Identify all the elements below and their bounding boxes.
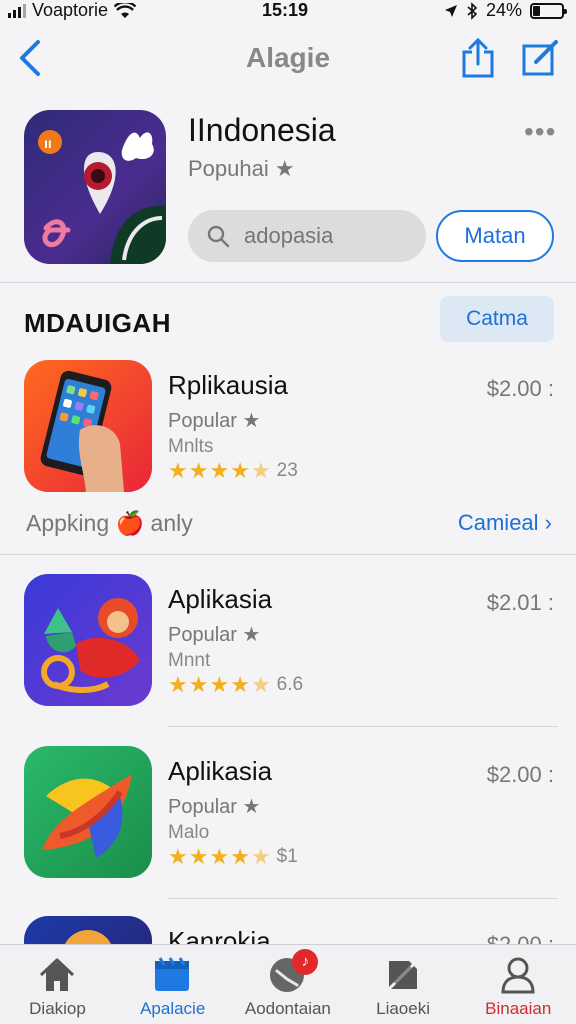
chevron-left-icon xyxy=(20,40,40,76)
star-icon: ★ xyxy=(230,458,250,483)
star-rating: ★ ★ ★ ★ ★ 23 xyxy=(168,460,298,482)
star-icon: ★ xyxy=(209,672,230,697)
app-name: Rplikausia xyxy=(168,370,288,400)
get-button[interactable]: Matan xyxy=(436,210,554,262)
sub-section-header: Appking 🍎 anly Camieal › xyxy=(0,506,576,546)
app-icon xyxy=(24,746,152,878)
app-hero: ıı IIndonesia Popuhai ★ ••• Matan xyxy=(0,100,576,280)
star-icon: ★ xyxy=(168,844,188,869)
battery-icon xyxy=(530,2,567,19)
app-icon[interactable]: ıı xyxy=(24,110,166,264)
section-button[interactable]: Catma xyxy=(440,296,554,342)
app-subtitle: Popuhai ★ xyxy=(188,156,295,181)
app-name: Aplikasia xyxy=(168,756,273,786)
app-subtitle: Popular ★ xyxy=(168,410,261,432)
star-icon: ★ xyxy=(230,844,250,869)
updates-icon xyxy=(385,957,420,993)
stars-icon: ★ ★ ★ ★ ★ xyxy=(168,674,271,696)
tab-bar: Diakiop Apalacie ♪ Aodontaian Liaoeki Bi… xyxy=(0,944,576,1024)
wifi-icon xyxy=(114,2,137,18)
see-all-link[interactable]: Camieal › xyxy=(458,510,552,536)
app-artwork-icon: ıı xyxy=(38,130,166,264)
share-icon xyxy=(462,37,494,78)
price-button[interactable]: $2.00 : xyxy=(487,376,554,402)
list-item[interactable]: Aplikasia Popular ★ Malo ★ ★ ★ ★ ★ $1 $2.00 … xyxy=(0,746,576,886)
search-box[interactable] xyxy=(188,210,426,262)
compose-button[interactable] xyxy=(520,38,560,78)
bluetooth-icon xyxy=(467,1,478,20)
nav-bar: Alagie xyxy=(0,28,576,88)
star-rating: ★ ★ ★ ★ ★ 6.6 xyxy=(168,674,303,696)
app-subtitle: Popular ★ xyxy=(168,796,261,818)
star-icon: ★ xyxy=(230,672,250,697)
divider xyxy=(0,554,576,555)
divider xyxy=(0,282,576,283)
svg-text:ıı: ıı xyxy=(44,135,52,151)
section-title: MDAUIGAH xyxy=(24,308,171,338)
app-name: IIndonesia xyxy=(188,112,336,148)
more-options-icon[interactable]: ••• xyxy=(524,116,556,148)
list-item[interactable]: Aplikasia Popular ★ Mnnt ★ ★ ★ ★ ★ 6.6 $2.01… xyxy=(0,574,576,714)
tab-apps[interactable]: Apalacie xyxy=(115,945,230,1024)
divider xyxy=(168,898,558,899)
stars-icon: ★ ★ ★ ★ ★ xyxy=(168,460,271,482)
tab-label: Diakiop xyxy=(29,999,86,1018)
star-icon: ★ xyxy=(250,458,271,483)
search-input[interactable] xyxy=(244,223,404,249)
rating-count: 23 xyxy=(276,460,298,481)
tab-updates[interactable]: Liaoeki xyxy=(346,945,461,1024)
back-button[interactable] xyxy=(16,38,46,78)
app-icon xyxy=(24,360,152,492)
star-rating: ★ ★ ★ ★ ★ $1 xyxy=(168,846,298,868)
star-icon: ★ xyxy=(188,672,209,697)
apps-icon xyxy=(155,957,190,991)
tab-label: Apalacie xyxy=(140,999,206,1018)
divider xyxy=(168,726,558,727)
app-subtitle: Popular ★ xyxy=(168,624,261,646)
star-icon: ★ xyxy=(168,672,188,697)
share-button[interactable] xyxy=(460,37,496,78)
app-category: Malo xyxy=(168,822,210,843)
monkey-app-icon xyxy=(41,598,140,693)
price-button[interactable]: $2.01 : xyxy=(487,590,554,616)
tab-label: Liaoeki xyxy=(376,999,430,1018)
account-icon xyxy=(501,957,535,994)
tab-games[interactable]: ♪ Aodontaian xyxy=(230,945,345,1024)
star-icon: ★ xyxy=(188,458,209,483)
app-name: Aplikasia xyxy=(168,584,273,614)
rating-count: 6.6 xyxy=(276,674,304,695)
tab-label: Binaaian xyxy=(485,999,552,1018)
signal-icon xyxy=(8,3,26,18)
star-icon: ★ xyxy=(209,844,230,869)
star-icon: ★ xyxy=(250,672,271,697)
app-category: Mnlts xyxy=(168,436,214,457)
notification-badge: ♪ xyxy=(292,949,319,975)
compose-icon xyxy=(522,40,558,76)
star-icon: ★ xyxy=(188,844,209,869)
price-button[interactable]: $2.00 : xyxy=(487,762,554,788)
status-bar: Voaptorie 15:19 24% xyxy=(0,0,576,24)
location-icon xyxy=(444,4,457,17)
star-icon: ★ xyxy=(168,458,188,483)
stars-icon: ★ ★ ★ ★ ★ xyxy=(168,846,271,868)
tab-account[interactable]: Binaaian xyxy=(461,945,576,1024)
tab-home[interactable]: Diakiop xyxy=(0,945,115,1024)
swirl-app-icon xyxy=(42,774,132,858)
carrier-label: Voaptorie xyxy=(32,0,109,20)
status-time: 15:19 xyxy=(262,0,309,20)
star-icon: ★ xyxy=(209,458,230,483)
sub-section-label: Appking 🍎 anly xyxy=(26,510,193,536)
battery-percent: 24% xyxy=(485,0,522,20)
app-category: Mnnt xyxy=(168,650,211,671)
home-icon xyxy=(39,958,75,991)
star-icon: ★ xyxy=(250,844,271,869)
rating-count: $1 xyxy=(276,846,298,867)
tab-label: Aodontaian xyxy=(244,999,331,1018)
list-item[interactable]: Rplikausia Popular ★ Mnlts ★ ★ ★ ★ ★ 23 $2.0… xyxy=(0,360,576,500)
phone-app-icon xyxy=(40,370,124,492)
search-icon xyxy=(207,225,230,248)
app-icon xyxy=(24,574,152,706)
